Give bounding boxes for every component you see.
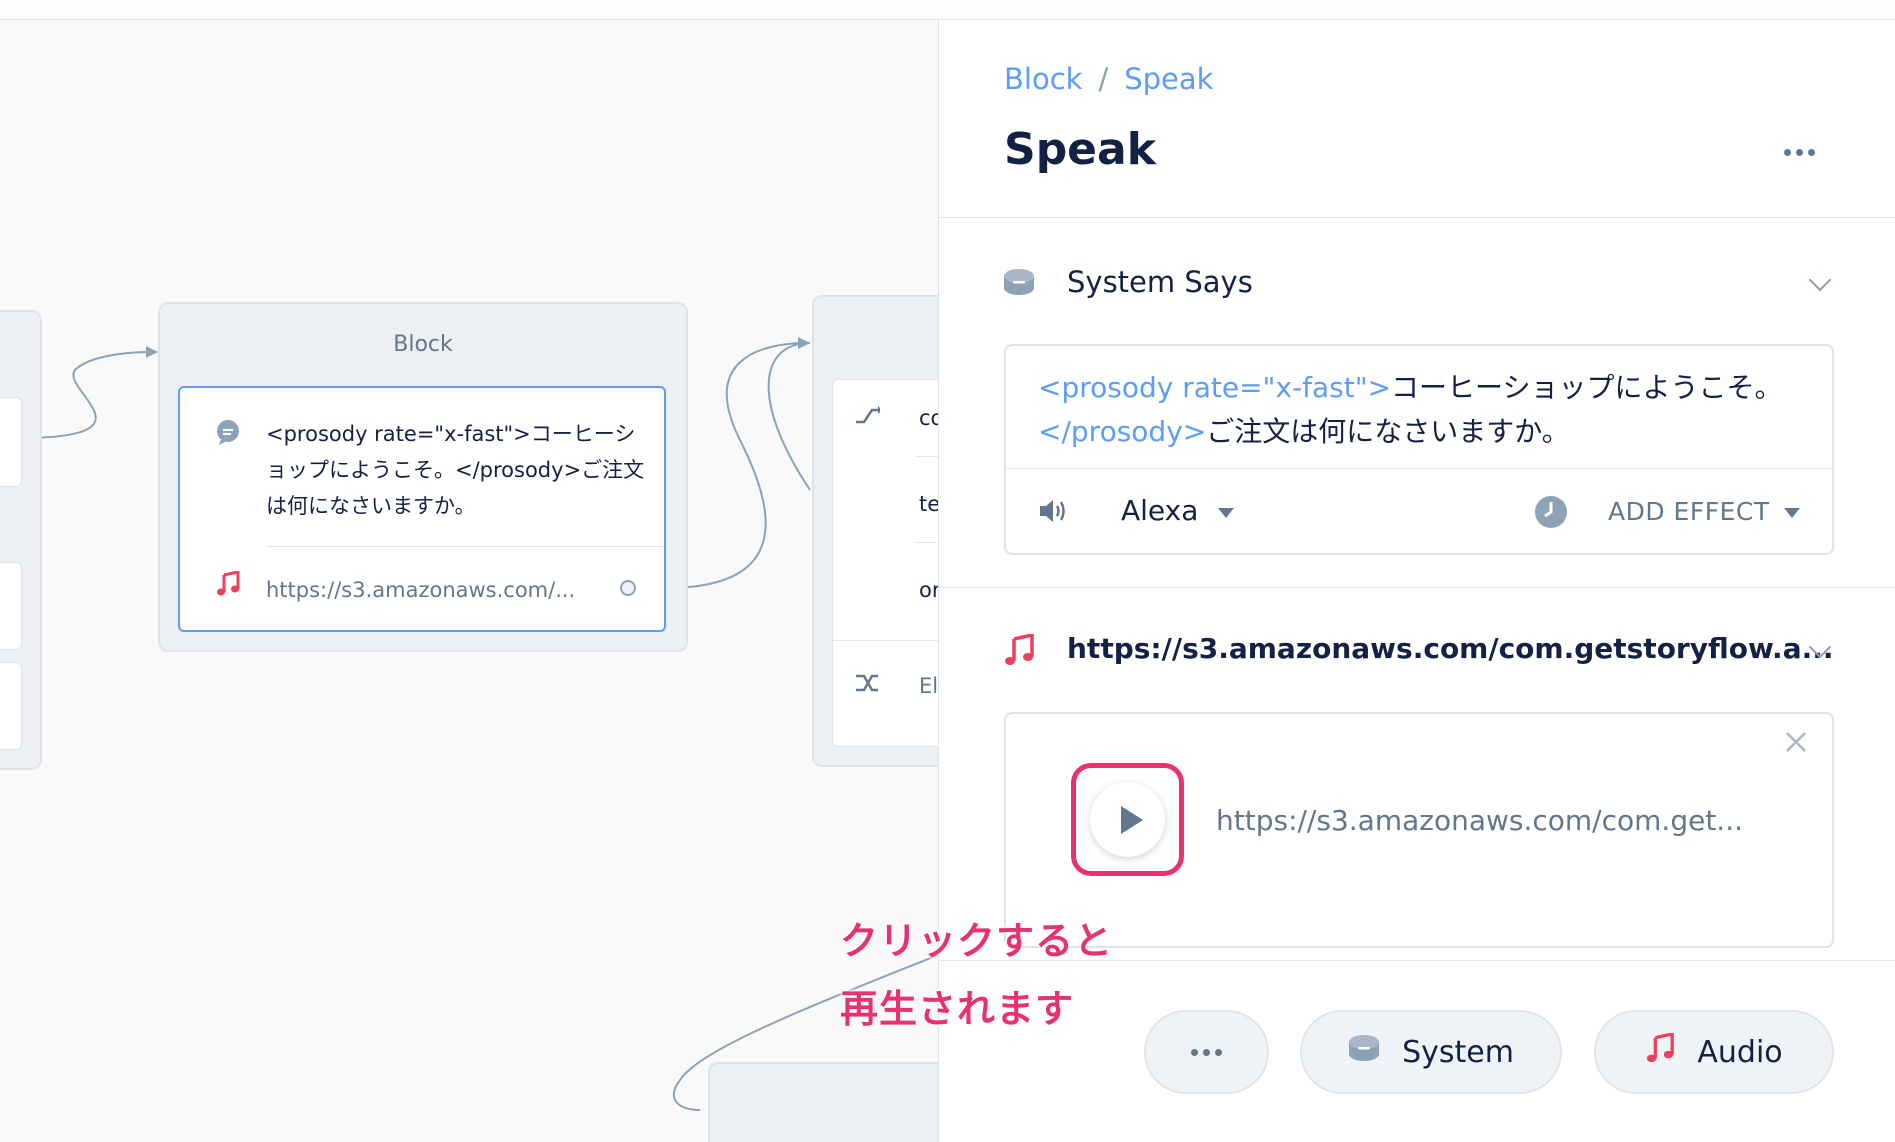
audio-url: https://s3.amazonaws.com/com.get... bbox=[1216, 804, 1743, 837]
more-options-button[interactable] bbox=[1784, 149, 1815, 156]
row-divider bbox=[833, 640, 938, 641]
prosody-close-tag: </prosody> bbox=[1038, 415, 1207, 448]
add-effect-caret-icon[interactable] bbox=[1784, 508, 1800, 518]
output-port[interactable] bbox=[620, 580, 636, 596]
breadcrumb-parent[interactable]: Block bbox=[1004, 62, 1082, 96]
music-note-icon bbox=[1003, 632, 1035, 670]
shuffle-icon bbox=[853, 670, 881, 698]
speech-editor[interactable]: <prosody rate="x-fast">コーヒーショップにようこそ。 </… bbox=[1004, 344, 1834, 555]
annotation-line-2: 再生されます bbox=[840, 987, 1075, 1031]
right-partial-block[interactable]: co te or El bbox=[812, 295, 938, 767]
music-note-icon bbox=[214, 570, 242, 598]
speech-text-part1: コーヒーショップにようこそ。 bbox=[1391, 371, 1783, 404]
play-highlight bbox=[1071, 763, 1184, 876]
speak-bubble-icon bbox=[214, 418, 242, 446]
block-node[interactable]: Block <prosody rate="x-fast">コーヒーショップによう… bbox=[158, 302, 688, 652]
chevron-down-icon[interactable] bbox=[1808, 268, 1832, 292]
clock-icon[interactable] bbox=[1534, 495, 1568, 533]
prosody-open-tag: <prosody rate="x-fast"> bbox=[1038, 371, 1392, 404]
system-speaker-icon bbox=[1003, 268, 1035, 300]
row-divider bbox=[915, 456, 938, 457]
music-note-icon bbox=[1645, 1031, 1675, 1071]
add-system-button[interactable]: System bbox=[1300, 1010, 1562, 1094]
row-divider bbox=[915, 542, 938, 543]
left-partial-card bbox=[0, 397, 22, 487]
system-speaker-icon bbox=[1348, 1034, 1380, 1070]
speech-text-part2: ご注文は何になさいますか。 bbox=[1206, 415, 1570, 448]
page-title: Speak bbox=[1004, 124, 1156, 175]
header-divider bbox=[939, 217, 1895, 218]
top-bar bbox=[0, 0, 1895, 20]
play-icon bbox=[1121, 806, 1143, 834]
audio-button-label: Audio bbox=[1697, 1034, 1783, 1070]
voice-caret-icon[interactable] bbox=[1218, 508, 1234, 518]
choice-row-label: El bbox=[919, 674, 938, 698]
system-says-title: System Says bbox=[1067, 265, 1253, 299]
breadcrumb-current[interactable]: Speak bbox=[1124, 62, 1213, 96]
choice-row-label: te bbox=[919, 492, 938, 516]
voice-select[interactable]: Alexa bbox=[1121, 494, 1198, 527]
close-icon[interactable] bbox=[1784, 730, 1808, 758]
flow-canvas[interactable]: Block <prosody rate="x-fast">コーヒーショップによう… bbox=[0, 20, 938, 1142]
left-partial-block[interactable] bbox=[0, 310, 42, 770]
audio-section-title: https://s3.amazonaws.com/com.getstoryflo… bbox=[1067, 632, 1834, 665]
add-effect-button[interactable]: ADD EFFECT bbox=[1608, 497, 1770, 526]
more-dots-icon bbox=[1191, 1048, 1222, 1056]
left-partial-card bbox=[0, 662, 22, 750]
audio-player-box: https://s3.amazonaws.com/com.get... bbox=[1004, 712, 1834, 948]
add-audio-button[interactable]: Audio bbox=[1594, 1010, 1834, 1094]
choice-row-label: co bbox=[919, 406, 938, 430]
breadcrumb-separator: / bbox=[1098, 62, 1109, 96]
step-divider bbox=[266, 546, 664, 547]
editor-panel: Block / Speak Speak System Says <prosody r… bbox=[938, 20, 1895, 1142]
choice-card[interactable]: co te or El bbox=[832, 379, 938, 747]
volume-icon[interactable] bbox=[1038, 498, 1068, 528]
editor-divider bbox=[1006, 468, 1832, 469]
speech-text[interactable]: <prosody rate="x-fast">コーヒーショップにようこそ。 </… bbox=[1038, 366, 1783, 454]
more-steps-button[interactable] bbox=[1144, 1010, 1269, 1094]
play-button[interactable] bbox=[1090, 782, 1165, 857]
speak-step-card[interactable]: <prosody rate="x-fast">コーヒーショップにようこそ。</p… bbox=[178, 386, 666, 632]
system-button-label: System bbox=[1402, 1034, 1514, 1070]
annotation-line-1: クリックすると bbox=[840, 919, 1114, 963]
audio-step-url: https://s3.amazonaws.com/... bbox=[266, 578, 576, 602]
speak-step-text: <prosody rate="x-fast">コーヒーショップにようこそ。</p… bbox=[266, 422, 645, 518]
shuffle-icon bbox=[853, 402, 881, 430]
choice-row-label: or bbox=[919, 578, 938, 602]
left-partial-card bbox=[0, 562, 22, 650]
breadcrumb: Block / Speak bbox=[1004, 62, 1213, 96]
bottom-partial-block[interactable] bbox=[708, 1062, 938, 1142]
section-divider bbox=[939, 587, 1895, 588]
block-title: Block bbox=[393, 332, 453, 357]
